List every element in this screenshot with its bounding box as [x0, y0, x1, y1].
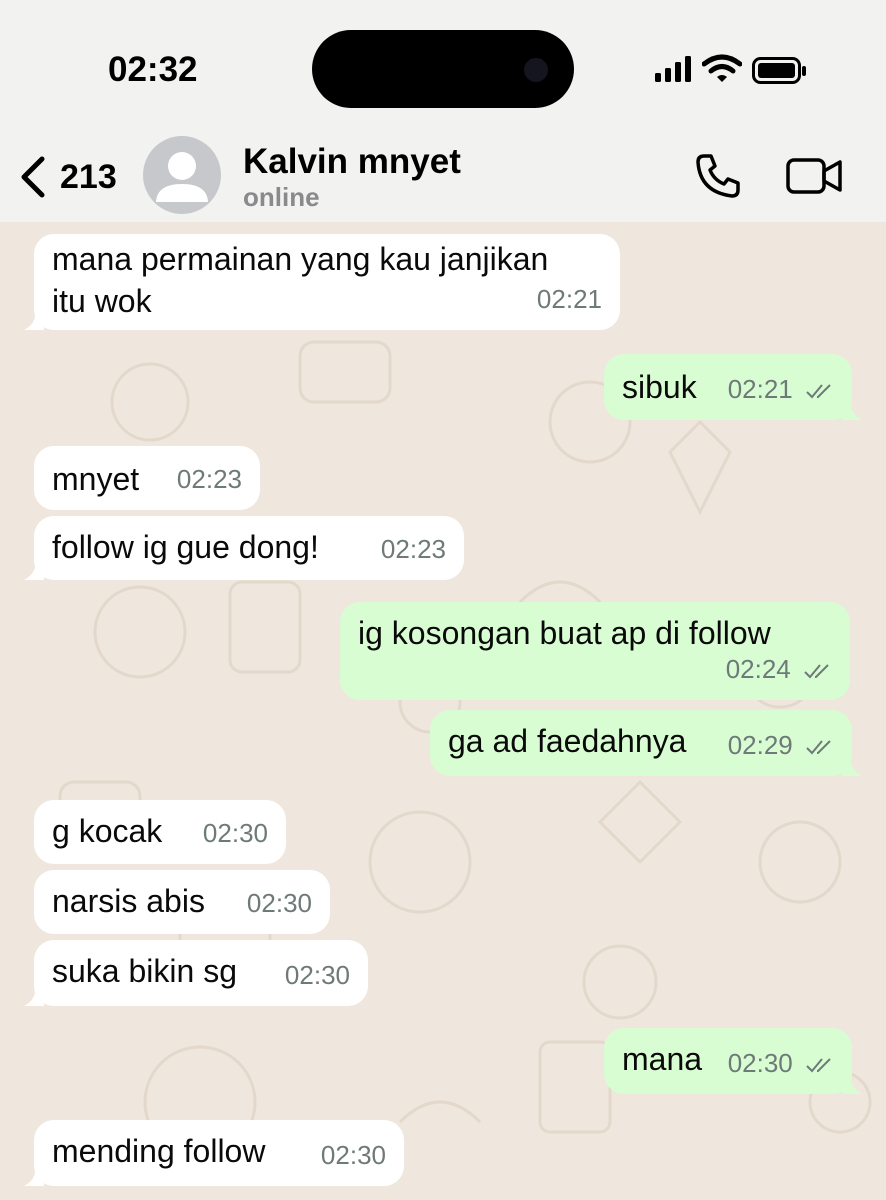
front-camera	[524, 58, 548, 82]
bubble-tail	[24, 310, 44, 330]
double-check-icon	[804, 664, 829, 679]
bubble-tail	[24, 1166, 44, 1186]
message-text: mnyet	[52, 461, 140, 497]
message-bubble-incoming[interactable]: mending follow 02:30	[24, 1120, 404, 1186]
message-text: mana permainan yang kau janjikan	[52, 241, 549, 277]
double-check-icon	[806, 1058, 831, 1073]
wifi-icon	[702, 54, 742, 82]
message-bubble-incoming[interactable]: narsis abis 02:30	[34, 870, 330, 934]
message-time: 02:23	[380, 534, 446, 564]
message-list[interactable]: mana permainan yang kau janjikan itu wok…	[0, 222, 886, 1200]
message-text: itu wok	[52, 283, 152, 319]
message-text: ga ad faedahnya	[448, 723, 687, 759]
bubble-tail	[842, 1074, 862, 1094]
message-time: 02:21	[536, 284, 602, 314]
message-bubble-incoming[interactable]: mana permainan yang kau janjikan itu wok…	[24, 234, 620, 330]
message-meta: 02:21	[728, 368, 834, 410]
message-meta: 02:24	[726, 648, 832, 690]
message-bubble-outgoing[interactable]: sibuk 02:21	[604, 354, 862, 420]
video-camera-icon[interactable]	[786, 156, 844, 196]
bubble-tail	[24, 560, 44, 580]
bubble-tail	[842, 756, 862, 776]
contact-name[interactable]: Kalvin mnyet	[243, 142, 461, 182]
presence-status: online	[243, 182, 320, 212]
message-meta: 02:29	[728, 724, 834, 766]
message-text: mana	[622, 1041, 703, 1077]
avatar[interactable]	[143, 136, 221, 214]
message-time: 02:30	[284, 960, 350, 990]
message-bubble-incoming[interactable]: mnyet 02:23	[34, 446, 260, 510]
message-text: ig kosongan buat ap di follow	[358, 615, 771, 651]
unread-count: 213	[60, 157, 117, 196]
message-bubble-incoming[interactable]: follow ig gue dong! 02:23	[24, 516, 464, 580]
chevron-left-icon	[21, 156, 45, 198]
bubble-tail	[842, 400, 862, 420]
message-text: follow ig gue dong!	[52, 529, 319, 565]
message-bubble-incoming[interactable]: suka bikin sg 02:30	[24, 940, 368, 1006]
status-bar: 02:32	[0, 0, 886, 130]
double-check-icon	[806, 740, 831, 755]
message-bubble-incoming[interactable]: g kocak 02:30	[34, 800, 286, 864]
message-text: suka bikin sg	[52, 953, 237, 989]
status-time: 02:32	[108, 50, 198, 89]
cellular-signal-icon	[655, 56, 691, 82]
message-text: sibuk	[622, 369, 697, 405]
back-button[interactable]: 213	[18, 152, 128, 202]
battery-icon	[752, 57, 806, 84]
message-meta: 02:30	[728, 1042, 834, 1084]
message-bubble-outgoing[interactable]: mana 02:30	[604, 1028, 862, 1094]
message-time: 02:30	[727, 1048, 793, 1078]
message-time: 02:30	[320, 1140, 386, 1170]
message-text: g kocak	[52, 813, 163, 849]
message-time: 02:24	[725, 654, 791, 684]
message-bubble-outgoing[interactable]: ga ad faedahnya 02:29	[430, 710, 862, 776]
message-text: narsis abis	[52, 883, 205, 919]
double-check-icon	[806, 384, 831, 399]
message-time: 02:23	[176, 464, 242, 494]
message-text: mending follow	[52, 1133, 266, 1169]
message-bubble-outgoing[interactable]: ig kosongan buat ap di follow 02:24	[340, 602, 850, 700]
chat-header: 213 Kalvin mnyet online	[0, 130, 886, 222]
message-time: 02:29	[727, 730, 793, 760]
bubble-tail	[24, 986, 44, 1006]
message-time: 02:21	[727, 374, 793, 404]
message-time: 02:30	[202, 818, 268, 848]
phone-icon[interactable]	[694, 152, 742, 200]
person-icon	[156, 152, 208, 202]
message-time: 02:30	[246, 888, 312, 918]
